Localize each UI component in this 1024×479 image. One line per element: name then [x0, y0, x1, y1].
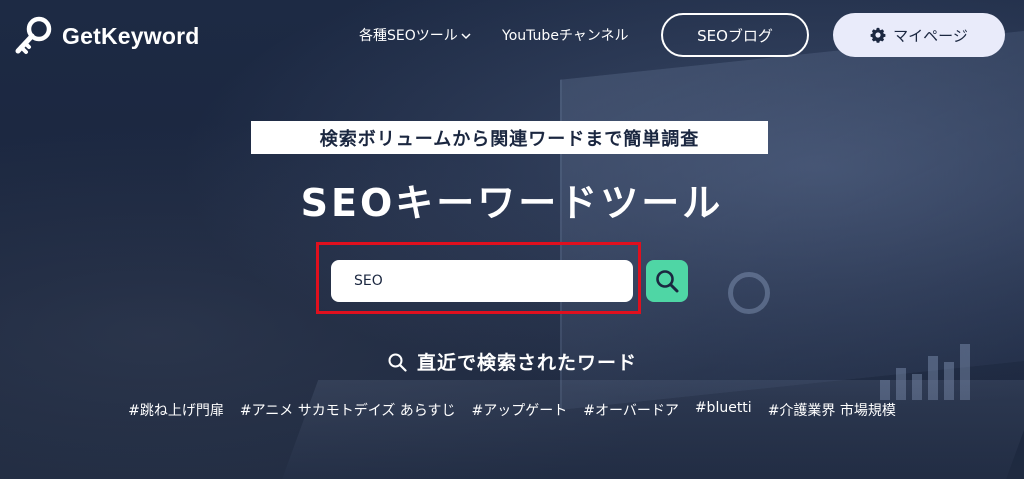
search-icon	[656, 270, 679, 293]
background-chart-ring	[728, 272, 770, 314]
search-icon	[388, 353, 407, 372]
seo-blog-label: SEOブログ	[697, 26, 773, 45]
brand-name: GetKeyword	[62, 22, 200, 49]
gear-icon	[870, 27, 886, 43]
chevron-down-icon	[461, 33, 471, 40]
seo-blog-button[interactable]: SEOブログ	[661, 13, 809, 57]
mypage-label: マイページ	[893, 26, 968, 45]
recent-tag[interactable]: #跳ね上げ門扉	[128, 400, 224, 420]
recent-tag[interactable]: #オーバードア	[583, 400, 679, 420]
recent-searches-heading: 直近で検索されたワード	[0, 348, 1024, 375]
keyword-search-input[interactable]	[331, 260, 633, 302]
nav-youtube-channel[interactable]: YouTubeチャンネル	[502, 25, 629, 45]
nav-seo-tools[interactable]: 各種SEOツール	[359, 25, 471, 45]
recent-tag[interactable]: #アップゲート	[472, 400, 568, 420]
recent-tag[interactable]: #介護業界 市場規模	[768, 400, 896, 420]
recent-tag[interactable]: #bluetti	[695, 400, 752, 420]
nav-youtube-label: YouTubeチャンネル	[502, 28, 629, 44]
key-icon	[15, 16, 52, 54]
recent-searches-title: 直近で検索されたワード	[416, 352, 637, 374]
brand-logo[interactable]: GetKeyword	[12, 14, 199, 58]
page-title: SEOキーワードツール	[300, 181, 724, 225]
nav-seo-tools-label: 各種SEOツール	[359, 28, 458, 44]
recent-tags: #跳ね上げ門扉 #アニメ サカモトデイズ あらすじ #アップゲート #オーバード…	[0, 400, 1024, 420]
recent-tag[interactable]: #アニメ サカモトデイズ あらすじ	[240, 400, 456, 420]
search-button[interactable]	[646, 260, 688, 302]
site-header: GetKeyword 各種SEOツール YouTubeチャンネル SEOブログ …	[0, 0, 1024, 70]
hero-tagline: 検索ボリュームから関連ワードまで簡単調査	[251, 121, 768, 154]
background-keyboard	[281, 380, 1024, 479]
mypage-button[interactable]: マイページ	[833, 13, 1005, 57]
